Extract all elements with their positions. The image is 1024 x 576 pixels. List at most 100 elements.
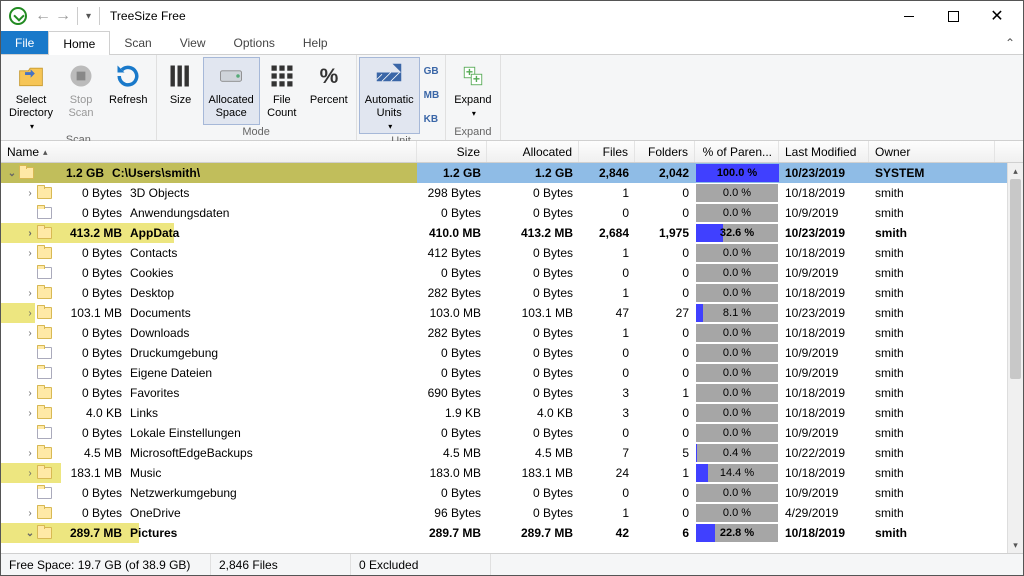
header-name[interactable]: Name▴ xyxy=(1,141,417,162)
scroll-up-icon[interactable]: ▴ xyxy=(1008,163,1023,179)
folder-open-icon xyxy=(15,60,47,92)
header-folders[interactable]: Folders xyxy=(635,141,695,162)
size-mode-button[interactable]: Size xyxy=(159,57,203,125)
expand-icon[interactable]: › xyxy=(23,468,37,479)
cell-size: 0 Bytes xyxy=(417,206,487,220)
junction-icon xyxy=(37,367,52,379)
refresh-button[interactable]: Refresh xyxy=(103,57,154,133)
expand-icon[interactable]: › xyxy=(23,328,37,339)
cell-folders: 0 xyxy=(635,406,695,420)
unit-gb-button[interactable]: GB xyxy=(424,66,440,77)
select-directory-button[interactable]: Select Directory▾ xyxy=(3,57,59,133)
menu-view[interactable]: View xyxy=(166,31,220,54)
tree-row[interactable]: ›0 BytesDesktop282 Bytes0 Bytes100.0 %10… xyxy=(1,283,1023,303)
expand-icon[interactable]: › xyxy=(23,308,37,319)
tree-row[interactable]: 0 BytesAnwendungsdaten0 Bytes0 Bytes000.… xyxy=(1,203,1023,223)
file-count-button[interactable]: File Count xyxy=(260,57,304,125)
tree-row[interactable]: ⌄1.2 GBC:\Users\smith\1.2 GB1.2 GB2,8462… xyxy=(1,163,1023,183)
expand-icon[interactable]: › xyxy=(23,388,37,399)
cell-files: 1 xyxy=(579,506,635,520)
expand-icon[interactable]: › xyxy=(23,228,37,239)
header-allocated[interactable]: Allocated xyxy=(487,141,579,162)
expand-icon[interactable]: › xyxy=(23,248,37,259)
cell-owner: smith xyxy=(869,366,995,380)
expand-icon[interactable]: › xyxy=(23,408,37,419)
header-size[interactable]: Size xyxy=(417,141,487,162)
cell-percent: 0.0 % xyxy=(695,483,779,503)
cell-modified: 4/29/2019 xyxy=(779,506,869,520)
expand-icon[interactable]: › xyxy=(23,288,37,299)
collapse-icon[interactable]: ⌄ xyxy=(5,168,19,179)
stop-scan-button[interactable]: Stop Scan xyxy=(59,57,103,133)
item-name: MicrosoftEdgeBackups xyxy=(128,446,253,460)
expand-icon[interactable]: › xyxy=(23,448,37,459)
tree-row[interactable]: ⌄289.7 MBPictures289.7 MB289.7 MB42622.8… xyxy=(1,523,1023,543)
close-button[interactable]: ✕ xyxy=(975,2,1019,30)
disk-icon xyxy=(215,60,247,92)
cell-folders: 0 xyxy=(635,366,695,380)
tree-row[interactable]: ›4.5 MBMicrosoftEdgeBackups4.5 MB4.5 MB7… xyxy=(1,443,1023,463)
header-owner[interactable]: Owner xyxy=(869,141,995,162)
tree-row[interactable]: 0 BytesDruckumgebung0 Bytes0 Bytes000.0 … xyxy=(1,343,1023,363)
tree-view[interactable]: ▴ ▾ ⌄1.2 GBC:\Users\smith\1.2 GB1.2 GB2,… xyxy=(1,163,1023,553)
menu-file[interactable]: File xyxy=(1,31,48,54)
header-percent[interactable]: % of Paren... xyxy=(695,141,779,162)
cell-percent: 0.0 % xyxy=(695,283,779,303)
tree-row[interactable]: ›0 BytesOneDrive96 Bytes0 Bytes100.0 %4/… xyxy=(1,503,1023,523)
expand-icon[interactable]: › xyxy=(23,188,37,199)
tree-row[interactable]: 0 BytesEigene Dateien0 Bytes0 Bytes000.0… xyxy=(1,363,1023,383)
qat-dropdown-icon[interactable]: ▾ xyxy=(82,11,95,22)
nav-back-icon[interactable]: ← xyxy=(33,7,53,25)
minimize-button[interactable] xyxy=(887,2,931,30)
tree-row[interactable]: ›0 BytesFavorites690 Bytes0 Bytes310.0 %… xyxy=(1,383,1023,403)
percent-button[interactable]: % Percent xyxy=(304,57,354,125)
header-modified[interactable]: Last Modified xyxy=(779,141,869,162)
separator xyxy=(77,7,78,25)
vertical-scrollbar[interactable]: ▴ ▾ xyxy=(1007,163,1023,553)
ribbon-collapse-icon[interactable]: ⌃ xyxy=(997,31,1023,54)
folder-icon xyxy=(37,287,52,299)
header-files[interactable]: Files xyxy=(579,141,635,162)
expand-icon[interactable]: › xyxy=(23,508,37,519)
unit-mb-button[interactable]: MB xyxy=(424,90,440,101)
tree-row[interactable]: ›183.1 MBMusic183.0 MB183.1 MB24114.4 %1… xyxy=(1,463,1023,483)
tree-row[interactable]: ›0 Bytes3D Objects298 Bytes0 Bytes100.0 … xyxy=(1,183,1023,203)
nav-forward-icon[interactable]: → xyxy=(53,7,73,25)
cell-percent: 8.1 % xyxy=(695,303,779,323)
menu-help[interactable]: Help xyxy=(289,31,342,54)
tree-row[interactable]: 0 BytesNetzwerkumgebung0 Bytes0 Bytes000… xyxy=(1,483,1023,503)
folder-icon xyxy=(19,167,34,179)
tree-row[interactable]: ›4.0 KBLinks1.9 KB4.0 KB300.0 %10/18/201… xyxy=(1,403,1023,423)
automatic-units-button[interactable]: Automatic Units▾ xyxy=(359,57,420,134)
cell-folders: 0 xyxy=(635,426,695,440)
tree-row[interactable]: 0 BytesCookies0 Bytes0 Bytes000.0 %10/9/… xyxy=(1,263,1023,283)
expand-button[interactable]: ++ Expand ▾ xyxy=(448,57,497,125)
cell-files: 2,846 xyxy=(579,166,635,180)
cell-percent: 100.0 % xyxy=(695,163,779,183)
maximize-button[interactable] xyxy=(931,2,975,30)
menu-home[interactable]: Home xyxy=(48,31,110,55)
menu-options[interactable]: Options xyxy=(220,31,289,54)
tree-row[interactable]: ›0 BytesDownloads282 Bytes0 Bytes100.0 %… xyxy=(1,323,1023,343)
scroll-down-icon[interactable]: ▾ xyxy=(1008,537,1023,553)
group-label-expand: Expand xyxy=(448,125,497,139)
group-label-mode: Mode xyxy=(159,125,354,139)
menu-scan[interactable]: Scan xyxy=(110,31,165,54)
tree-row[interactable]: ›413.2 MBAppData410.0 MB413.2 MB2,6841,9… xyxy=(1,223,1023,243)
folder-icon xyxy=(37,187,52,199)
folder-icon xyxy=(37,247,52,259)
unit-kb-button[interactable]: KB xyxy=(424,114,440,125)
cell-modified: 10/18/2019 xyxy=(779,386,869,400)
cell-folders: 0 xyxy=(635,286,695,300)
cell-owner: smith xyxy=(869,326,995,340)
tree-row[interactable]: ›0 BytesContacts412 Bytes0 Bytes100.0 %1… xyxy=(1,243,1023,263)
cell-folders: 0 xyxy=(635,186,695,200)
dropdown-arrow-icon: ▾ xyxy=(472,107,476,120)
tree-row[interactable]: ›103.1 MBDocuments103.0 MB103.1 MB47278.… xyxy=(1,303,1023,323)
cell-allocated: 4.5 MB xyxy=(487,446,579,460)
collapse-icon[interactable]: ⌄ xyxy=(23,528,37,539)
scroll-thumb[interactable] xyxy=(1010,179,1021,379)
cell-percent: 0.0 % xyxy=(695,403,779,423)
allocated-space-button[interactable]: Allocated Space xyxy=(203,57,260,125)
tree-row[interactable]: 0 BytesLokale Einstellungen0 Bytes0 Byte… xyxy=(1,423,1023,443)
